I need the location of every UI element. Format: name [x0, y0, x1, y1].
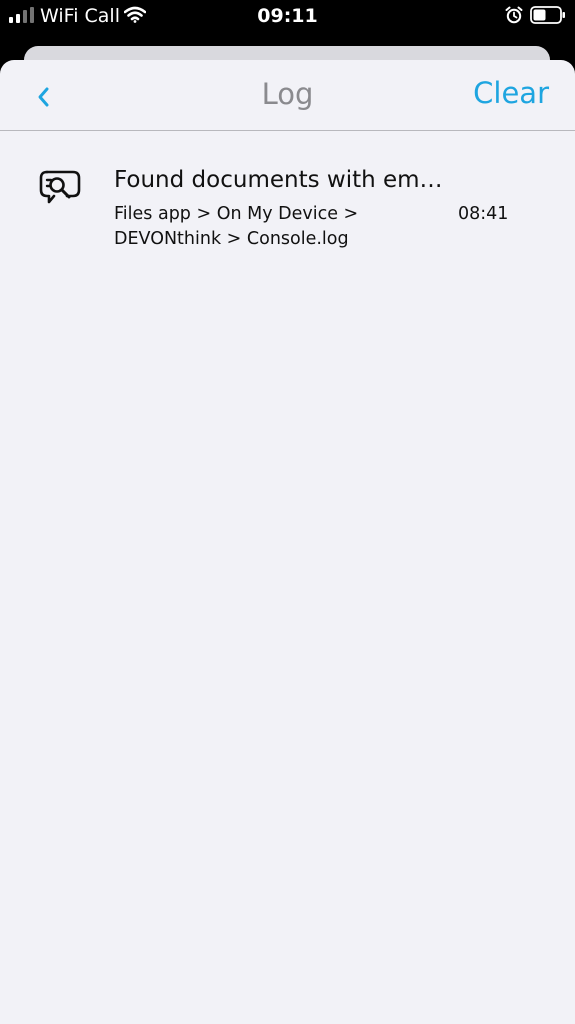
alarm-icon: [505, 6, 523, 24]
search-comment-icon: [39, 170, 81, 204]
screen: WiFi Call 09:11 Log Clear Found document…: [0, 0, 575, 1024]
log-entry-path-line2: DEVONthink > Console.log: [114, 229, 349, 249]
log-entry-time: 08:41: [458, 204, 509, 224]
log-sheet: Log Clear Found documents with em… Files…: [0, 60, 575, 1024]
log-entry-path: Files app > On My Device > DEVONthink > …: [114, 202, 434, 252]
log-entry[interactable]: Found documents with em… Files app > On …: [0, 160, 575, 260]
battery-icon: [530, 6, 565, 24]
status-time: 09:11: [257, 5, 318, 27]
status-bar: WiFi Call 09:11: [0, 0, 575, 34]
log-entry-path-line1: Files app > On My Device >: [114, 204, 359, 224]
log-entry-title: Found documents with em…: [114, 167, 443, 193]
navigation-bar: Log Clear: [0, 60, 575, 131]
clear-button[interactable]: Clear: [473, 76, 549, 110]
